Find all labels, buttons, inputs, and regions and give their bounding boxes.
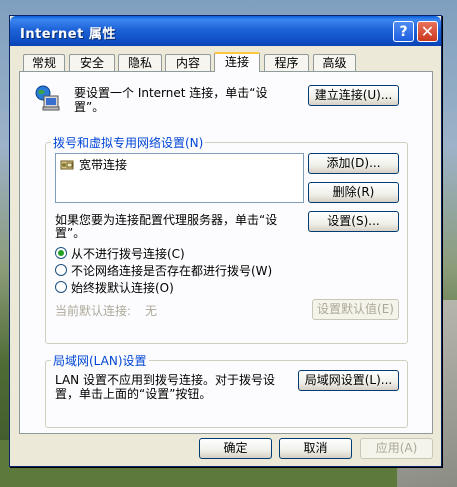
never-dial-label[interactable]: 从不进行拨号连接(C) [71,245,185,262]
help-button[interactable]: ? [393,21,414,42]
radio-dial-when-no-network[interactable] [55,264,67,276]
proxy-text-line2: 置”。 [55,226,86,240]
cancel-button[interactable]: 取消 [279,438,352,459]
title-bar[interactable]: Internet 属性 ? ✕ [10,16,441,46]
setup-connection-button[interactable]: 建立连接(U)... [308,85,399,106]
dial-when-no-network-label[interactable]: 不论网络连接是否存在都进行拨号(W) [71,262,272,279]
add-button[interactable]: 添加(D)... [308,153,399,174]
ok-button[interactable]: 确定 [199,438,272,459]
close-icon: ✕ [420,22,435,41]
current-default-value: 无 [145,304,158,318]
remove-button[interactable]: 删除(R) [308,182,399,203]
radio-never-dial[interactable] [55,247,67,259]
current-default-label: 当前默认连接: [55,304,132,318]
set-default-button[interactable]: 设置默认值(E) [312,299,399,320]
network-globe-icon [34,84,62,112]
tab-security[interactable]: 安全 [69,54,115,71]
always-dial-default-label[interactable]: 始终拨默认连接(O) [71,279,174,296]
window-title: Internet 属性 [20,27,116,42]
tab-connections[interactable]: 连接 [214,52,260,72]
connections-panel: 要设置一个 Internet 连接，单击“设 置”。 建立连接(U)... 拨号… [19,71,433,434]
connection-list[interactable]: 宽带连接 [55,153,304,203]
tab-general[interactable]: 常规 [23,54,65,71]
lan-group-title: 局域网(LAN)设置 [51,352,149,369]
tab-content[interactable]: 内容 [165,54,211,71]
settings-button[interactable]: 设置(S)... [308,211,399,232]
proxy-text-line1: 如果您要为连接配置代理服务器，单击“设 [55,213,278,227]
radio-always-dial-default[interactable] [55,281,67,293]
tab-privacy[interactable]: 隐私 [118,54,162,71]
help-icon: ? [399,24,408,40]
tab-advanced[interactable]: 高级 [313,54,356,71]
apply-button[interactable]: 应用(A) [360,438,433,459]
broadband-connection-icon [59,156,75,172]
connection-name: 宽带连接 [79,158,128,172]
close-button[interactable]: ✕ [417,21,438,42]
internet-properties-dialog: Internet 属性 ? ✕ 常规 安全 隐私 内容 连接 程序 高级 要设置… [9,15,442,467]
lan-text-line2: 置，单击上面的“设置”按钮。 [55,387,212,401]
dialup-group-title: 拨号和虚拟专用网络设置(N) [51,134,206,151]
lan-settings-button[interactable]: 局域网设置(L)... [298,370,399,391]
setup-text-line2: 置”。 [74,100,105,114]
tab-programs[interactable]: 程序 [264,54,309,71]
